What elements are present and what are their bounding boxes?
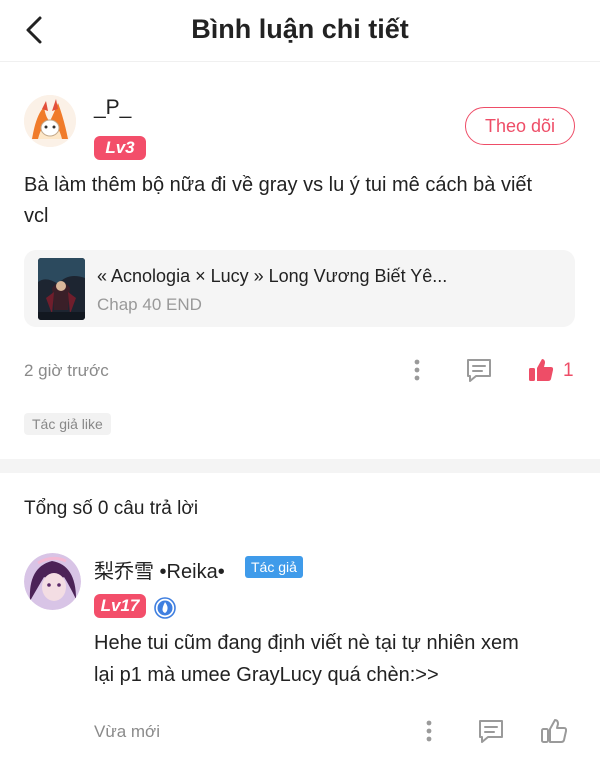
commenter-level-badge: Lv3 xyxy=(94,136,146,160)
avatar-image xyxy=(24,95,76,147)
story-cover-image xyxy=(38,258,85,320)
reply-avatar[interactable] xyxy=(24,553,81,610)
top-bar: Bình luận chi tiết xyxy=(0,0,600,62)
reply-reply-button[interactable] xyxy=(475,715,507,747)
story-chapter: Chap 40 END xyxy=(97,295,202,314)
comment-text-line-2: vcl xyxy=(24,205,49,227)
reply-level-badge: Lv17 xyxy=(94,594,146,618)
comment-text-line-1: Bà làm thêm bộ nữa đi về gray vs lu ý tu… xyxy=(24,174,533,196)
like-button[interactable] xyxy=(526,355,556,385)
page-title: Bình luận chi tiết xyxy=(191,14,409,44)
story-card[interactable]: « Acnologia × Lucy » Long Vương Biết Yê.… xyxy=(24,250,575,327)
reply-count-label: Tổng số 0 câu trả lời xyxy=(24,498,199,519)
reply-like-button[interactable] xyxy=(538,715,570,747)
follow-button[interactable]: Theo dõi xyxy=(465,107,575,145)
more-vertical-icon xyxy=(414,359,420,381)
reply-text-line-1: Hehe tui cũm đang định viết nè tại tự nh… xyxy=(94,632,519,654)
reply-time: Vừa mới xyxy=(94,722,160,741)
comment-icon xyxy=(479,720,503,743)
more-options-button[interactable] xyxy=(404,356,430,384)
like-count: 1 xyxy=(563,360,574,381)
reply-button[interactable] xyxy=(463,354,495,386)
story-title: « Acnologia × Lucy » Long Vương Biết Yê.… xyxy=(97,266,448,286)
more-vertical-icon xyxy=(426,720,432,742)
section-divider xyxy=(0,459,600,473)
reply-text-line-2: lại p1 mà umee GrayLucy quá chèn:>> xyxy=(94,664,439,686)
verified-flame-icon xyxy=(154,597,176,619)
reply-username[interactable]: 梨乔雪 •Reika• xyxy=(94,555,225,584)
author-like-tag: Tác giả like xyxy=(24,413,111,435)
avatar-image xyxy=(24,553,81,610)
comment-time: 2 giờ trước xyxy=(24,361,109,380)
thumbs-up-outline-icon xyxy=(541,719,568,743)
commenter-username[interactable]: _P_ xyxy=(94,96,131,120)
author-tag: Tác giả xyxy=(245,556,303,578)
reply-more-options-button[interactable] xyxy=(416,717,442,745)
commenter-avatar[interactable] xyxy=(24,95,76,147)
thumbs-up-filled-icon xyxy=(529,359,554,381)
comment-icon xyxy=(467,359,491,382)
